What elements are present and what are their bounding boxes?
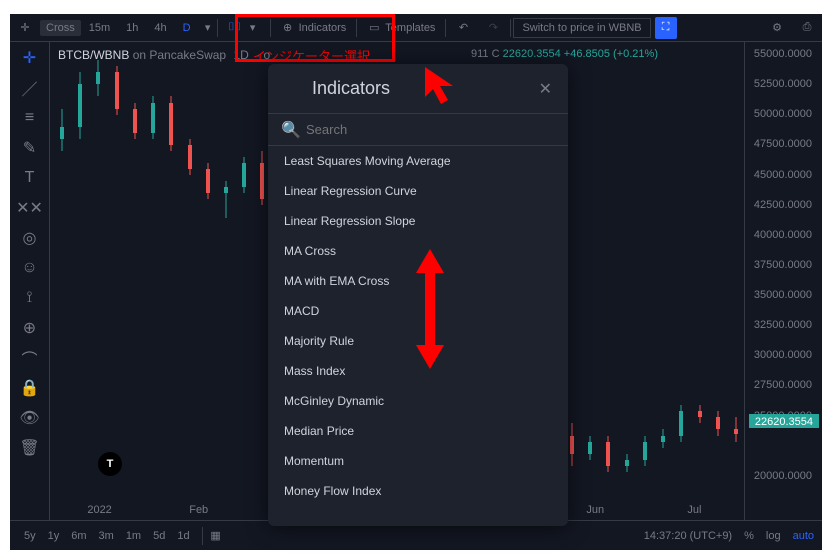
price-tick: 35000.0000 bbox=[749, 289, 818, 303]
symbol-exchange: on PancakeSwap bbox=[133, 48, 226, 62]
cross-label[interactable]: Cross bbox=[40, 20, 81, 36]
eye-tool-icon[interactable]: 👁 bbox=[20, 408, 40, 428]
scale-auto[interactable]: auto bbox=[793, 530, 814, 542]
prediction-tool-icon[interactable]: ◎ bbox=[20, 228, 40, 248]
undo-icon: ↶ bbox=[456, 21, 470, 35]
lock-tool-icon[interactable]: 🔒 bbox=[20, 378, 40, 398]
drawing-toolbar: ✛ ／ ≡ ✎ T ✕✕ ◎ ☺ ⟟ ⊕ ⌒ 🔒 👁 🗑 bbox=[10, 42, 50, 520]
indicator-item[interactable]: McGinley Dynamic bbox=[268, 386, 568, 416]
time-tick: Jul bbox=[645, 504, 744, 516]
price-tick: 45000.0000 bbox=[749, 169, 818, 183]
price-tick: 37500.0000 bbox=[749, 259, 818, 273]
pattern-tool-icon[interactable]: ✕✕ bbox=[20, 198, 40, 218]
price-axis[interactable]: 22620.3554 55000.0000 52500.0000 50000.000… bbox=[744, 42, 822, 520]
cursor-tool-icon[interactable]: ✛ bbox=[20, 48, 40, 68]
indicator-item[interactable]: Median Price bbox=[268, 416, 568, 446]
price-tick: 30000.0000 bbox=[749, 349, 818, 363]
tf-D[interactable]: D bbox=[175, 14, 199, 42]
chevron-down-icon[interactable]: ▾ bbox=[201, 21, 215, 35]
price-tick: 47500.0000 bbox=[749, 138, 818, 152]
search-icon: 🔍 bbox=[284, 123, 298, 137]
switch-price-button[interactable]: Switch to price in WBNB bbox=[513, 18, 650, 38]
annotation-cursor-arrow bbox=[420, 62, 470, 112]
zoom-tool-icon[interactable]: ⊕ bbox=[20, 318, 40, 338]
price-tick: 42500.0000 bbox=[749, 199, 818, 213]
price-tick: 40000.0000 bbox=[749, 229, 818, 243]
symbol-pair: BTCB/WBNB bbox=[58, 48, 129, 62]
trash-tool-icon[interactable]: 🗑 bbox=[20, 438, 40, 458]
price-tick: 52500.0000 bbox=[749, 78, 818, 92]
redo-button[interactable]: ↷ bbox=[478, 14, 508, 42]
price-tick: 50000.0000 bbox=[749, 108, 818, 122]
time-tick: Feb bbox=[149, 504, 248, 516]
modal-search[interactable]: 🔍 bbox=[268, 113, 568, 146]
text-tool-icon[interactable]: T bbox=[20, 168, 40, 188]
indicator-item[interactable]: Momentum bbox=[268, 446, 568, 476]
redo-icon: ↷ bbox=[486, 21, 500, 35]
time-tick: 2022 bbox=[50, 504, 149, 516]
range-1d[interactable]: 1d bbox=[171, 530, 195, 542]
clock: 14:37:20 (UTC+9) bbox=[644, 530, 732, 542]
price-legend: 911 C 22620.3554 +46.8505 (+0.21%) bbox=[471, 48, 658, 60]
range-1y[interactable]: 1y bbox=[42, 530, 66, 542]
magnet-tool-icon[interactable]: ⌒ bbox=[20, 348, 40, 368]
tf-1h[interactable]: 1h bbox=[118, 14, 146, 42]
fullscreen-button[interactable]: ⛶ bbox=[655, 17, 677, 39]
range-5y[interactable]: 5y bbox=[18, 530, 42, 542]
current-price-tag: 22620.3554 bbox=[749, 414, 819, 428]
crosshair-tool[interactable]: ✛ bbox=[10, 14, 40, 42]
gear-icon: ⚙ bbox=[770, 21, 784, 35]
modal-close-button[interactable]: ✕ bbox=[539, 79, 552, 99]
snapshot-button[interactable]: ⎙ bbox=[792, 14, 822, 42]
range-6m[interactable]: 6m bbox=[65, 530, 92, 542]
indicator-item[interactable]: Linear Regression Slope bbox=[268, 206, 568, 236]
emoji-tool-icon[interactable]: ☺ bbox=[20, 258, 40, 278]
modal-title: Indicators bbox=[312, 78, 390, 99]
price-tick: 55000.0000 bbox=[749, 48, 818, 62]
trendline-tool-icon[interactable]: ／ bbox=[20, 78, 40, 98]
scale-log[interactable]: log bbox=[766, 530, 781, 542]
price-tick bbox=[749, 500, 818, 514]
indicator-item[interactable]: Least Squares Moving Average bbox=[268, 146, 568, 176]
top-toolbar: ✛ Cross 15m 1h 4h D ▾ ⌷⌷▾ ⊕Indicators ▭T… bbox=[10, 14, 822, 42]
indicator-item[interactable]: Money Flow Index bbox=[268, 476, 568, 506]
chart-app: ✛ Cross 15m 1h 4h D ▾ ⌷⌷▾ ⊕Indicators ▭T… bbox=[10, 14, 822, 550]
price-tick: 20000.0000 bbox=[749, 470, 818, 484]
calendar-icon[interactable]: ▦ bbox=[209, 529, 223, 543]
price-tick: 27500.0000 bbox=[749, 379, 818, 393]
fullscreen-icon: ⛶ bbox=[659, 21, 673, 35]
range-3m[interactable]: 3m bbox=[93, 530, 120, 542]
fib-tool-icon[interactable]: ≡ bbox=[20, 108, 40, 128]
ruler-tool-icon[interactable]: ⟟ bbox=[20, 288, 40, 308]
range-1m[interactable]: 1m bbox=[120, 530, 147, 542]
undo-button[interactable]: ↶ bbox=[448, 14, 478, 42]
price-tick bbox=[749, 440, 818, 454]
brush-tool-icon[interactable]: ✎ bbox=[20, 138, 40, 158]
crosshair-icon: ✛ bbox=[18, 21, 32, 35]
tf-4h[interactable]: 4h bbox=[146, 14, 174, 42]
tf-15m[interactable]: 15m bbox=[81, 14, 118, 42]
annotation-label: インジケーター選択 bbox=[253, 46, 370, 65]
scale-percent[interactable]: % bbox=[744, 530, 754, 542]
range-5d[interactable]: 5d bbox=[147, 530, 171, 542]
search-input[interactable] bbox=[306, 122, 552, 137]
camera-icon: ⎙ bbox=[800, 21, 814, 35]
settings-button[interactable]: ⚙ bbox=[762, 14, 792, 42]
tradingview-logo: T bbox=[98, 452, 122, 476]
price-tick: 32500.0000 bbox=[749, 319, 818, 333]
annotation-scroll-arrow bbox=[410, 249, 450, 369]
indicator-item[interactable]: Linear Regression Curve bbox=[268, 176, 568, 206]
